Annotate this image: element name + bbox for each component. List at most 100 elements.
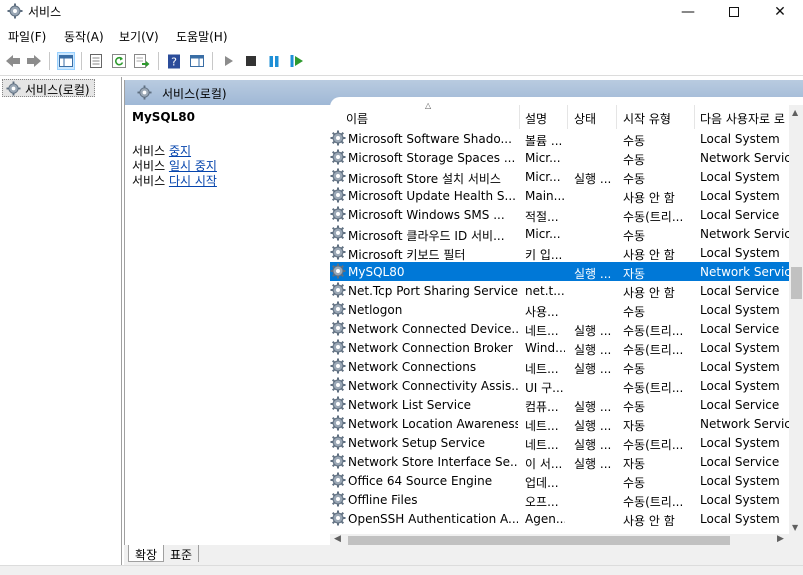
service-row[interactable]: Network Location Awareness 네트... 실행 ... 자동 N…	[330, 414, 789, 433]
service-row[interactable]: Network Connections 네트... 실행 ... 수동 Local Sy…	[330, 357, 789, 376]
service-gear-icon	[330, 491, 346, 507]
service-row[interactable]: Microsoft Store 설치 서비스 Micr... 실행 ... 수동 Loc…	[330, 167, 789, 186]
menu-view[interactable]: 보기(V)	[119, 28, 159, 45]
service-row[interactable]: Microsoft Storage Spaces ... Micr... 수동 Net…	[330, 148, 789, 167]
service-gear-icon	[330, 225, 346, 241]
service-row[interactable]: Network List Service 컴퓨... 실행 ... 수동 Local S…	[330, 395, 789, 414]
action-pane-icon	[190, 55, 204, 67]
service-row[interactable]: Network Store Interface Se... 이 서... 실행 ..…	[330, 452, 789, 471]
scroll-up-icon[interactable]: ▲	[792, 108, 798, 117]
start-service-button[interactable]	[220, 52, 238, 70]
service-row[interactable]: MySQL80 실행 ... 자동 Network Service	[330, 262, 789, 281]
service-startup-cell: 수동(트리...	[623, 495, 684, 509]
service-row[interactable]: Microsoft 클라우드 ID 서비... Micr... 수동 Network …	[330, 224, 789, 243]
service-row[interactable]: OpenSSH Authentication A... Agen... 사용 안 함…	[330, 509, 789, 528]
service-startup-cell: 사용 안 함	[623, 286, 675, 300]
service-startup-cell: 수동	[623, 305, 646, 319]
service-row[interactable]: Microsoft 키보드 필터 키 입... 사용 안 함 Local System	[330, 243, 789, 262]
console-tree: 서비스(로컬)	[0, 77, 122, 575]
menu-help[interactable]: 도움말(H)	[176, 28, 228, 45]
stop-service-link[interactable]: 중지	[169, 144, 191, 158]
show-hide-console-tree-button[interactable]	[57, 52, 75, 70]
svg-text:?: ?	[171, 55, 177, 68]
vertical-scroll-thumb[interactable]	[791, 267, 802, 299]
stop-service-button[interactable]	[242, 52, 260, 70]
scroll-down-icon[interactable]: ▼	[792, 523, 798, 532]
forward-arrow-icon	[27, 55, 41, 67]
forward-button[interactable]	[25, 52, 43, 70]
service-description-cell: 네트...	[525, 324, 559, 338]
menu-action[interactable]: 동작(A)	[64, 28, 104, 45]
service-description-cell: 네트...	[525, 419, 559, 433]
back-button[interactable]	[4, 52, 22, 70]
service-status-cell: 실행 ...	[574, 457, 612, 471]
play-icon	[225, 56, 233, 66]
column-header-name[interactable]: 이름	[346, 110, 516, 127]
service-logon-cell: Local System	[700, 303, 780, 317]
service-row[interactable]: Network Connection Broker Wind... 실행 ... 수동…	[330, 338, 789, 357]
service-name-cell: MySQL80	[348, 265, 405, 279]
view-tabs: 확장 표준	[124, 545, 803, 565]
tree-item-services-local[interactable]: 서비스(로컬)	[2, 79, 95, 97]
refresh-icon	[112, 54, 126, 68]
service-description-cell: 네트...	[525, 438, 559, 452]
help-button[interactable]: ?	[165, 52, 183, 70]
service-row[interactable]: Network Connectivity Assis... UI 구... 수동(트…	[330, 376, 789, 395]
service-name-cell: Network Setup Service	[348, 436, 486, 450]
tab-extended[interactable]: 확장	[128, 545, 165, 562]
column-header-startup-type[interactable]: 시작 유형	[623, 110, 691, 127]
service-row[interactable]: Network Connected Device... 네트... 실행 ... 수동…	[330, 319, 789, 338]
scroll-left-icon[interactable]: ◀	[334, 534, 341, 544]
console-tree-icon	[59, 55, 73, 67]
scroll-right-icon[interactable]: ▶	[777, 534, 784, 544]
menu-file[interactable]: 파일(F)	[8, 28, 46, 45]
service-name-cell: Microsoft 키보드 필터	[348, 248, 466, 262]
service-description-cell: 컴퓨...	[525, 400, 559, 414]
service-gear-icon	[330, 301, 346, 317]
close-button[interactable]: ✕	[757, 0, 803, 24]
pause-service-button[interactable]	[265, 52, 283, 70]
minimize-button[interactable]: —	[665, 0, 711, 24]
service-startup-cell: 자동	[623, 419, 646, 433]
maximize-button[interactable]	[711, 0, 757, 24]
service-gear-icon	[330, 282, 346, 298]
service-startup-cell: 수동	[623, 134, 646, 148]
service-gear-icon	[330, 206, 346, 222]
service-row[interactable]: Office 64 Source Engine 업데... 수동 Local Syst…	[330, 471, 789, 490]
column-header-description[interactable]: 설명	[525, 110, 565, 127]
services-list: △ 이름 설명 상태 시작 유형 다음 사용자로 로 Microsoft Sof…	[330, 101, 803, 547]
service-startup-cell: 자동	[623, 267, 646, 281]
vertical-scrollbar[interactable]: ▲ ▼	[789, 105, 803, 534]
status-bar	[0, 565, 803, 575]
column-header-logon-as[interactable]: 다음 사용자로 로	[700, 110, 789, 127]
service-startup-cell: 수동(트리...	[623, 438, 684, 452]
service-row[interactable]: Netlogon 사용... 수동 Local System	[330, 300, 789, 319]
service-row[interactable]: Offline Files 오프... 수동(트리... Local System	[330, 490, 789, 509]
properties-button[interactable]	[87, 52, 105, 70]
service-row[interactable]: Net.Tcp Port Sharing Service net.t... 사용 안…	[330, 281, 789, 300]
restart-service-link[interactable]: 다시 시작	[169, 174, 217, 188]
service-startup-cell: 수동(트리...	[623, 210, 684, 224]
service-status-cell: 실행 ...	[574, 419, 612, 433]
minimize-icon: —	[681, 4, 695, 20]
service-row[interactable]: Microsoft Update Health S... Main... 사용 안 …	[330, 186, 789, 205]
pause-service-link[interactable]: 일시 중지	[169, 159, 217, 173]
toolbar: ?	[0, 46, 803, 76]
service-row[interactable]: Network Setup Service 네트... 실행 ... 수동(트리...…	[330, 433, 789, 452]
column-header-status[interactable]: 상태	[574, 110, 614, 127]
tab-standard[interactable]: 표준	[164, 545, 200, 562]
refresh-button[interactable]	[110, 52, 128, 70]
service-logon-cell: Local Service	[700, 455, 780, 469]
restart-service-button[interactable]	[288, 52, 306, 70]
service-row[interactable]: Microsoft Software Shado... 볼륨 ... 수동 Local…	[330, 129, 789, 148]
service-row[interactable]: Microsoft Windows SMS ... 적절... 수동(트리... Lo…	[330, 205, 789, 224]
export-list-button[interactable]	[133, 52, 151, 70]
horizontal-scroll-thumb[interactable]	[348, 536, 730, 545]
show-action-pane-button[interactable]	[188, 52, 206, 70]
service-logon-cell: Local System	[700, 436, 780, 450]
service-logon-cell: Local System	[700, 512, 780, 526]
service-name-cell: Microsoft Software Shado...	[348, 132, 512, 146]
service-name-cell: Microsoft Windows SMS ...	[348, 208, 505, 222]
service-description-cell: 오프...	[525, 495, 559, 509]
service-logon-cell: Local System	[700, 170, 780, 184]
